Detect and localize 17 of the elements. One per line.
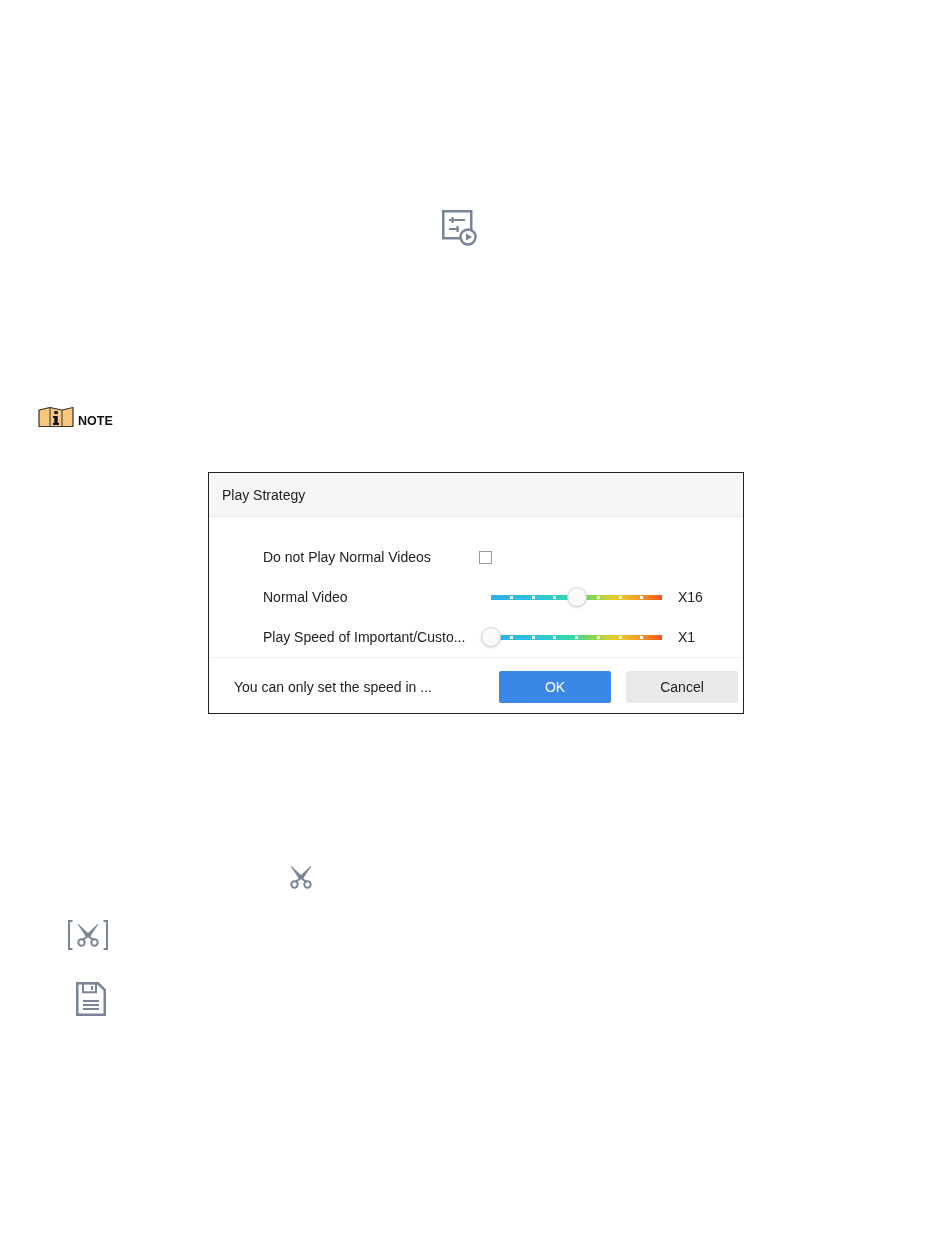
setting-label: Do not Play Normal Videos bbox=[263, 549, 432, 565]
slider-thumb[interactable] bbox=[566, 587, 587, 607]
slider-thumb[interactable] bbox=[481, 627, 501, 647]
hint-text: You can only set the speed in ... bbox=[234, 679, 433, 695]
sliders-play-icon bbox=[442, 210, 477, 246]
primary-button[interactable]: OK bbox=[499, 671, 611, 703]
checkbox[interactable] bbox=[479, 550, 492, 564]
scissors-icon bbox=[288, 865, 314, 889]
note-label: NOTE bbox=[78, 415, 113, 428]
dialog-title: Play Strategy bbox=[222, 486, 306, 503]
info-book-icon bbox=[38, 406, 74, 428]
setting-label: Play Speed of Important/Custo... bbox=[263, 629, 467, 645]
setting-label: Normal Video bbox=[263, 589, 349, 605]
secondary-button[interactable]: Cancel bbox=[626, 671, 738, 703]
speed-value: X16 bbox=[678, 589, 703, 605]
bracketed-scissors-icon bbox=[68, 920, 108, 950]
speed-value: X1 bbox=[678, 629, 696, 645]
